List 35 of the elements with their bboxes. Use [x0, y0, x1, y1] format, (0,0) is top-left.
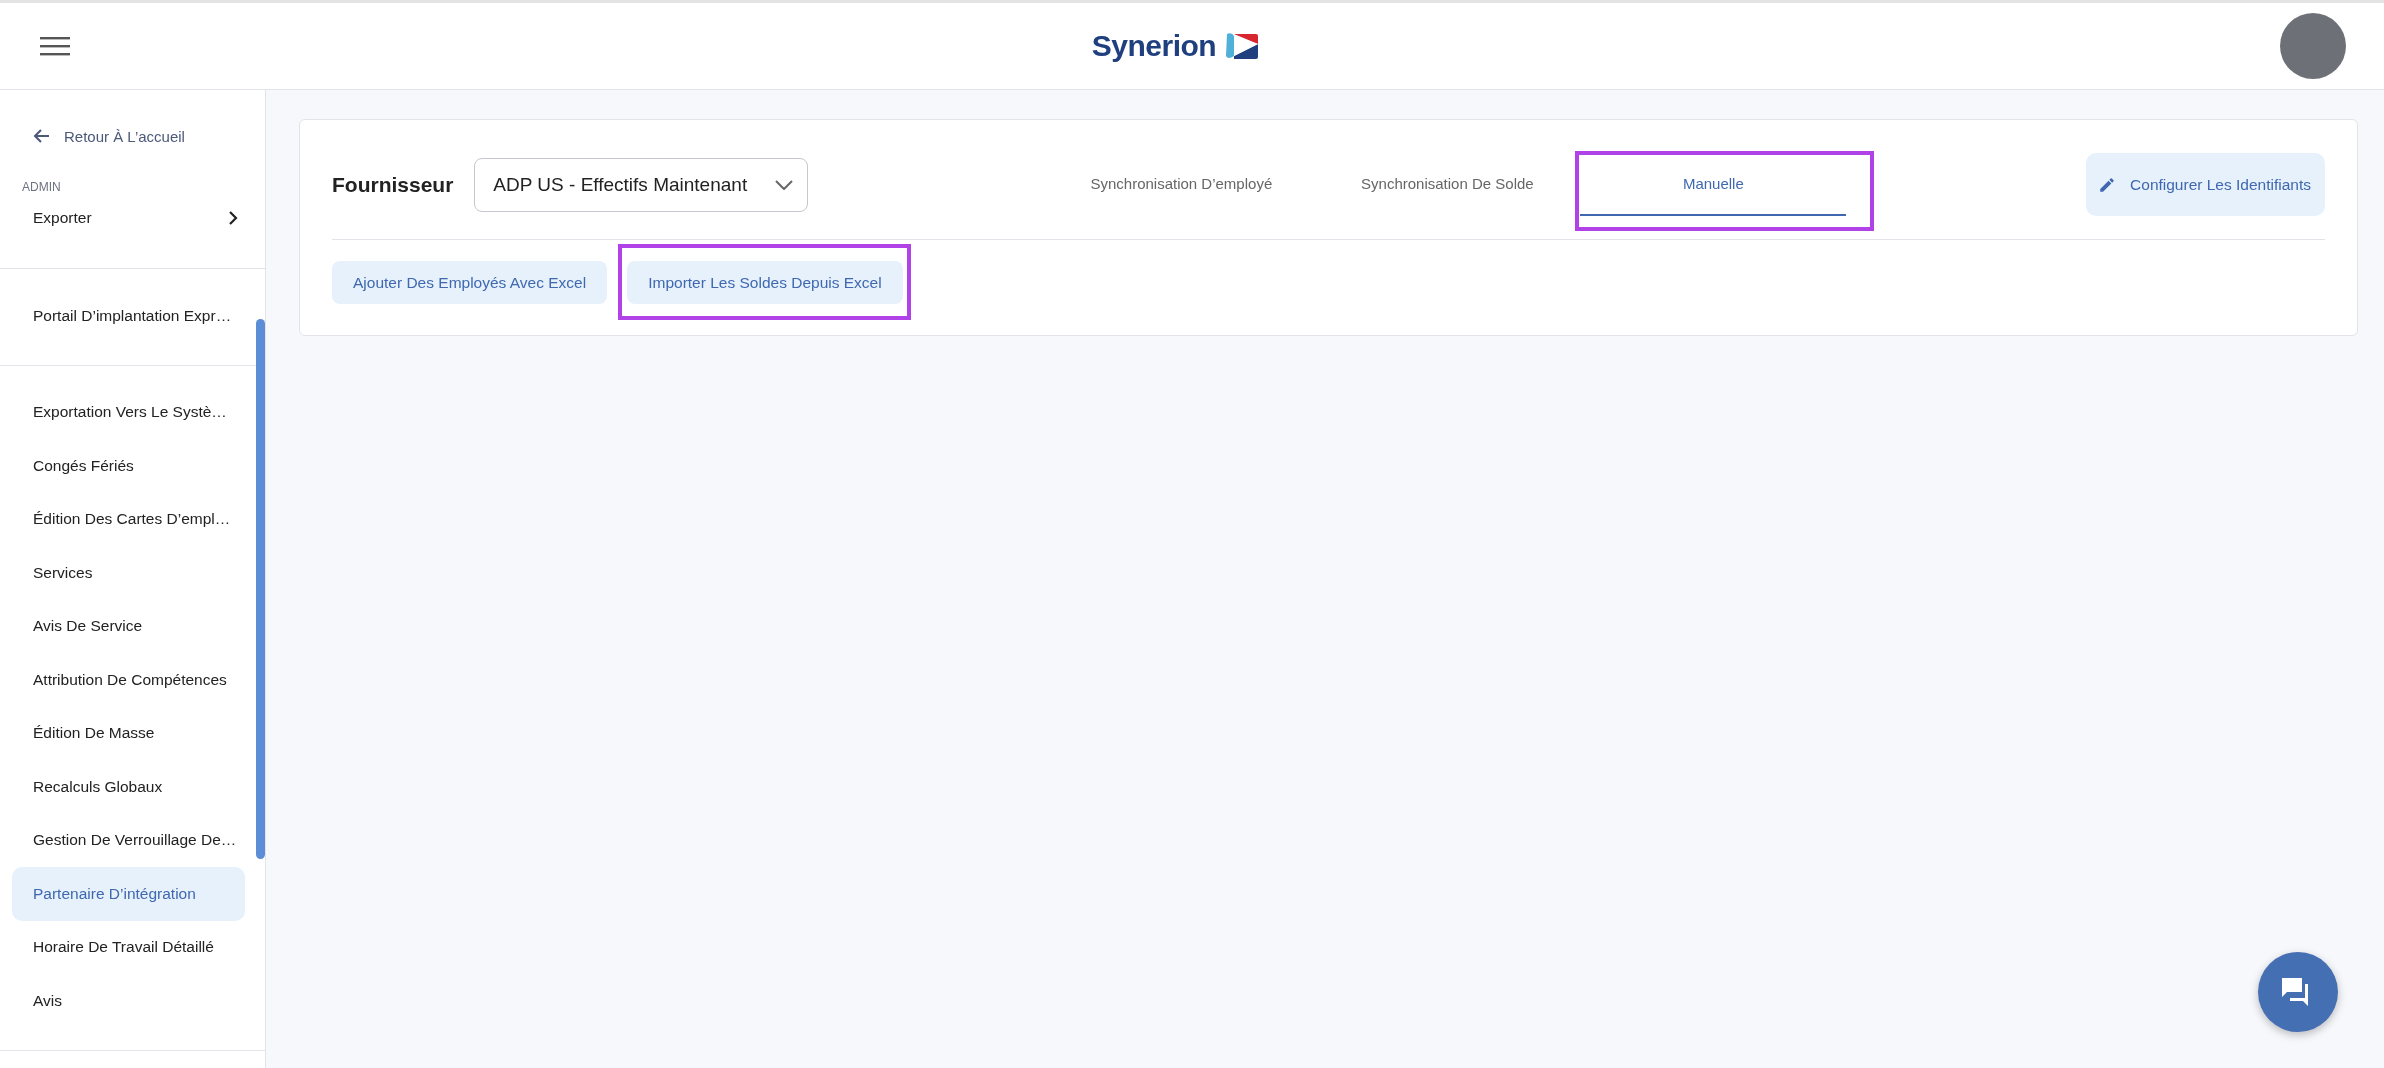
pencil-icon — [2098, 175, 2117, 194]
sidebar-item[interactable]: Exporter — [12, 196, 245, 240]
sidebar-item[interactable]: Édition De Masse — [12, 706, 245, 760]
scrollbar-thumb[interactable] — [256, 319, 265, 859]
sidebar-item[interactable]: Horaire De Travail Détaillé — [12, 920, 245, 974]
dropdown-value: ADP US - Effectifs Maintenant — [493, 173, 748, 196]
provider-dropdown[interactable]: ADP US - Effectifs Maintenant — [474, 157, 809, 212]
section-label: ADMIN — [22, 180, 62, 196]
action-button[interactable]: Ajouter Des Employés Avec Excel — [332, 261, 608, 304]
sidebar-item[interactable]: Recalculs Globaux — [12, 760, 245, 814]
tab[interactable]: Manuelle — [1580, 153, 1847, 216]
flag-logo-icon — [1224, 32, 1259, 60]
menu-icon[interactable] — [40, 36, 70, 56]
sidebar-item[interactable]: Exportation Vers Le Systè… — [12, 385, 245, 439]
logo-text: Synerion — [1091, 29, 1217, 63]
sidebar-item[interactable]: Avis De Service — [12, 599, 245, 653]
sidebar-item[interactable]: Portail D’implantation Expr… — [12, 289, 245, 343]
action-button[interactable]: Importer Les Soldes Depuis Excel — [627, 261, 903, 304]
tab[interactable]: Synchronisation D’employé — [1048, 153, 1315, 216]
caret-icon — [775, 179, 794, 190]
sidebar-item[interactable]: Gestion De Verrouillage De… — [12, 813, 245, 867]
chat-button[interactable] — [2258, 952, 2338, 1032]
sidebar-item[interactable]: Services — [12, 546, 245, 600]
back-arrow-icon — [32, 127, 50, 145]
sidebar-item[interactable]: Édition Des Cartes D’empl… — [12, 492, 245, 546]
back-link[interactable]: Retour À L’accueil — [32, 112, 185, 160]
sidebar-item[interactable]: Congés Fériés — [12, 439, 245, 493]
sidebar-item[interactable]: Avis — [12, 974, 245, 1028]
sidebar-item[interactable]: Partenaire D’intégration — [12, 867, 245, 921]
tab[interactable]: Synchronisation De Solde — [1314, 153, 1581, 216]
field-label: Fournisseur — [332, 172, 454, 197]
sidebar-item-label: Exporter — [33, 209, 92, 227]
chevron-right-icon — [227, 211, 239, 225]
sidebar-item[interactable]: Attribution De Compétences — [12, 653, 245, 707]
configure-button[interactable]: Configurer Les Identifiants — [2086, 153, 2325, 216]
